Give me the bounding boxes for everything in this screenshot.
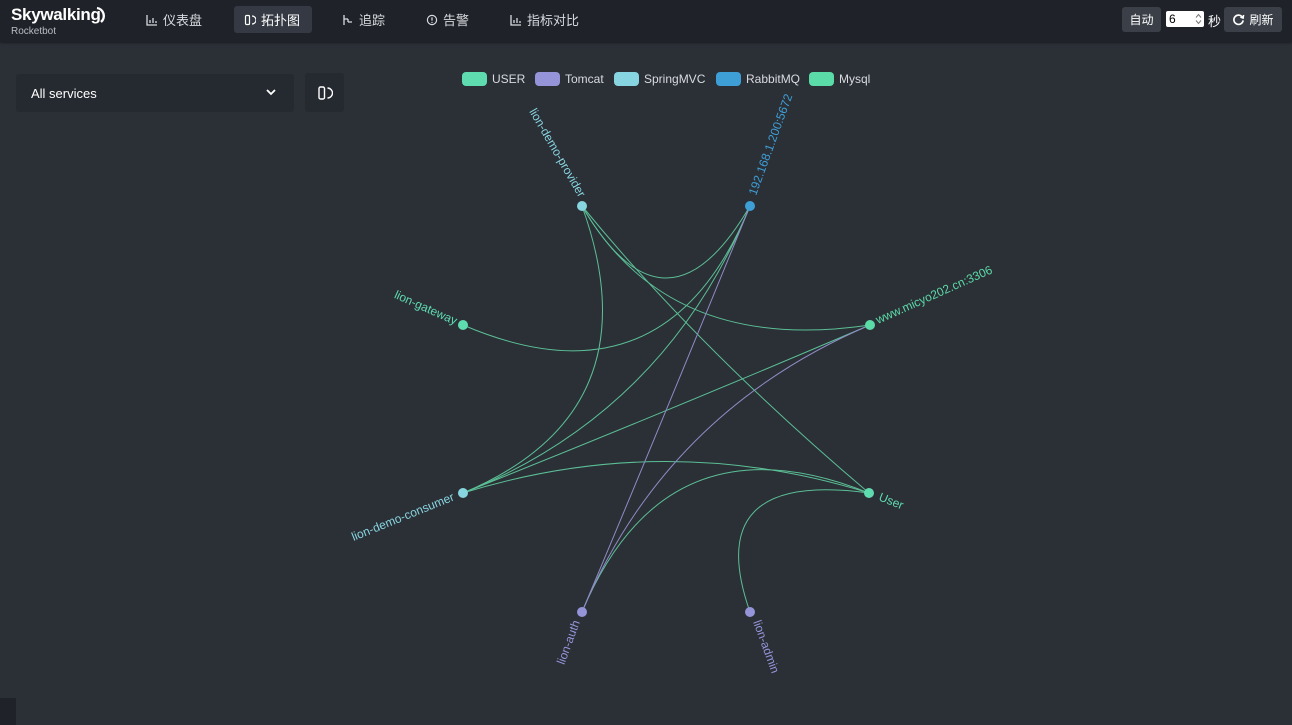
node-label: lion-admin: [750, 618, 782, 675]
node-rabbitmq[interactable]: [745, 201, 755, 211]
node-label: lion-demo-provider: [526, 106, 588, 200]
node-label: lion-auth: [554, 618, 583, 666]
edge[interactable]: [581, 324, 871, 613]
node-label: User: [877, 490, 906, 512]
edge[interactable]: [462, 205, 751, 352]
node-label: lion-gateway: [392, 288, 459, 328]
edge[interactable]: [581, 205, 871, 331]
edge[interactable]: [581, 469, 870, 613]
node-lion-demo-consumer[interactable]: [458, 488, 468, 498]
node-lion-admin[interactable]: [745, 607, 755, 617]
edge[interactable]: [738, 489, 870, 613]
edge[interactable]: [462, 461, 870, 494]
node-lion-demo-provider[interactable]: [577, 201, 587, 211]
collapse-handle[interactable]: [0, 698, 16, 725]
edge[interactable]: [462, 205, 603, 494]
topology-edges: [462, 205, 871, 613]
node-label: www.micyo202.cn:3306: [873, 263, 995, 328]
topology-graph: lion-demo-provider 192.168.1.200:5672 li…: [349, 92, 994, 675]
node-lion-auth[interactable]: [577, 607, 587, 617]
node-label: 192.168.1.200:5672: [746, 92, 796, 197]
edge[interactable]: [581, 205, 751, 613]
node-mysql[interactable]: [865, 320, 875, 330]
node-user[interactable]: [864, 488, 874, 498]
node-label: lion-demo-consumer: [349, 490, 456, 544]
edge[interactable]: [462, 205, 751, 494]
topology-labels: lion-demo-provider 192.168.1.200:5672 li…: [349, 92, 994, 675]
node-lion-gateway[interactable]: [458, 320, 468, 330]
edge[interactable]: [581, 205, 870, 494]
